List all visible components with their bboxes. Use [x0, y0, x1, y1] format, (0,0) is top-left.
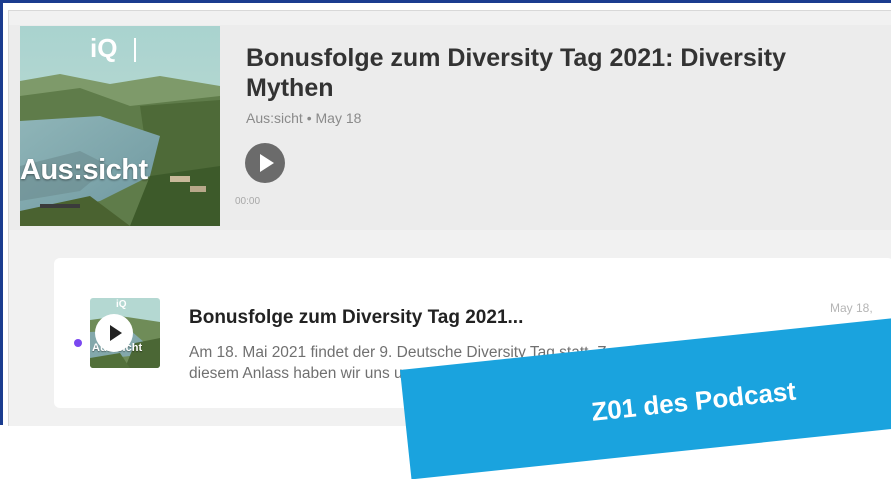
episode-meta: Aus:sicht • May 18 [246, 110, 361, 126]
unplayed-indicator [74, 339, 82, 347]
thumbnail-logo: iQ [116, 299, 127, 310]
play-button[interactable] [245, 143, 285, 183]
play-icon [260, 154, 274, 172]
cover-landscape [20, 26, 220, 226]
playback-time: 00:00 [235, 196, 261, 207]
episode-title: Bonusfolge zum Diversity Tag 2021: Diver… [246, 43, 891, 103]
list-item-date: May 18, [830, 301, 873, 315]
podcast-cover-art[interactable]: iQ Aus:sicht [20, 26, 220, 226]
episode-date: May 18 [315, 110, 362, 126]
episode-title-line1: Bonusfolge zum Diversity Tag 2021: Diver… [246, 44, 786, 72]
list-item-title[interactable]: Bonusfolge zum Diversity Tag 2021... [189, 307, 523, 329]
meta-separator: • [306, 110, 316, 126]
play-icon [110, 325, 122, 341]
cover-logo-divider [134, 38, 136, 62]
list-play-button[interactable] [95, 314, 133, 352]
screenshot-frame: iQ Aus:sicht Bonusfolge zum Diversity Ta… [0, 0, 891, 479]
frame-border-left [0, 0, 3, 425]
frame-border-top [0, 0, 891, 3]
podcast-link[interactable]: Aus:sicht [246, 110, 303, 126]
cover-podcast-name: Aus:sicht [20, 154, 148, 186]
cover-logo: iQ [90, 33, 118, 63]
episode-title-line2: Mythen [246, 74, 334, 102]
